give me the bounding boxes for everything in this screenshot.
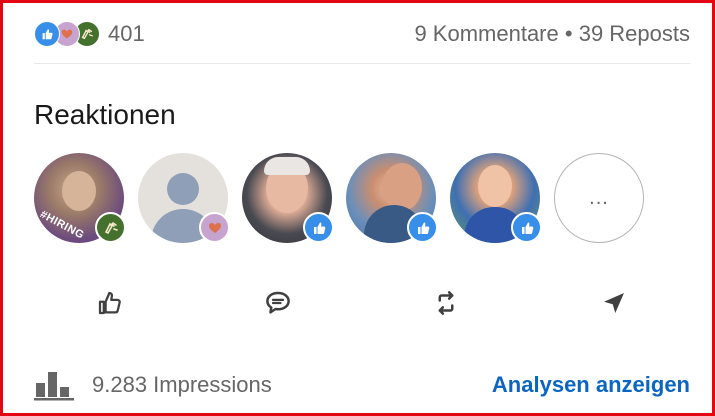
like-icon [34, 21, 60, 47]
post-actions-bar [34, 283, 690, 323]
separator-dot: • [564, 21, 573, 46]
send-button[interactable] [538, 283, 690, 323]
hiring-frame-label: #HIRING [37, 208, 87, 242]
reactions-summary[interactable]: 401 [34, 21, 145, 47]
bar-chart-icon [34, 372, 74, 401]
like-button[interactable] [34, 283, 186, 323]
face-shape [382, 163, 422, 211]
like-icon [511, 212, 542, 243]
like-icon [98, 291, 121, 315]
social-counts-bar: 401 9 Kommentare • 39 Reposts [34, 17, 690, 51]
more-reactors-button[interactable]: ... [554, 153, 644, 243]
reactor-avatar[interactable] [450, 153, 542, 243]
ghost-head-shape [167, 173, 199, 205]
reactor-avatar[interactable] [346, 153, 438, 243]
like-icon [303, 212, 334, 243]
celebrate-icon [95, 212, 126, 243]
impressions-summary: 9.283 Impressions [34, 369, 272, 401]
impressions-count: 9.283 Impressions [92, 372, 272, 397]
post-social-panel: 401 9 Kommentare • 39 Reposts Reaktionen… [0, 0, 715, 416]
hair-shape [264, 157, 310, 175]
comment-button[interactable] [202, 283, 354, 323]
reposts-count-link[interactable]: 39 Reposts [579, 21, 690, 46]
reactor-avatar[interactable] [138, 153, 230, 243]
comments-count-link[interactable]: 9 Kommentare [414, 21, 558, 46]
repost-icon [438, 291, 454, 315]
face-shape [62, 171, 96, 211]
view-analytics-link[interactable]: Analysen anzeigen [492, 372, 690, 398]
divider [34, 63, 690, 64]
reactions-heading: Reaktionen [34, 99, 176, 130]
repost-button[interactable] [370, 283, 522, 323]
love-icon [199, 212, 230, 243]
reactions-count[interactable]: 401 [108, 21, 145, 47]
reactor-avatar[interactable]: #HIRING [34, 153, 126, 243]
reactor-avatars: #HIRING ... [34, 153, 644, 243]
reactor-avatar[interactable] [242, 153, 334, 243]
comment-icon [266, 291, 290, 314]
like-icon [407, 212, 438, 243]
send-icon [604, 293, 624, 313]
impressions-bar: 9.283 Impressions Analysen anzeigen [34, 365, 690, 405]
comments-reposts-summary: 9 Kommentare • 39 Reposts [414, 21, 690, 47]
face-shape [478, 165, 512, 207]
